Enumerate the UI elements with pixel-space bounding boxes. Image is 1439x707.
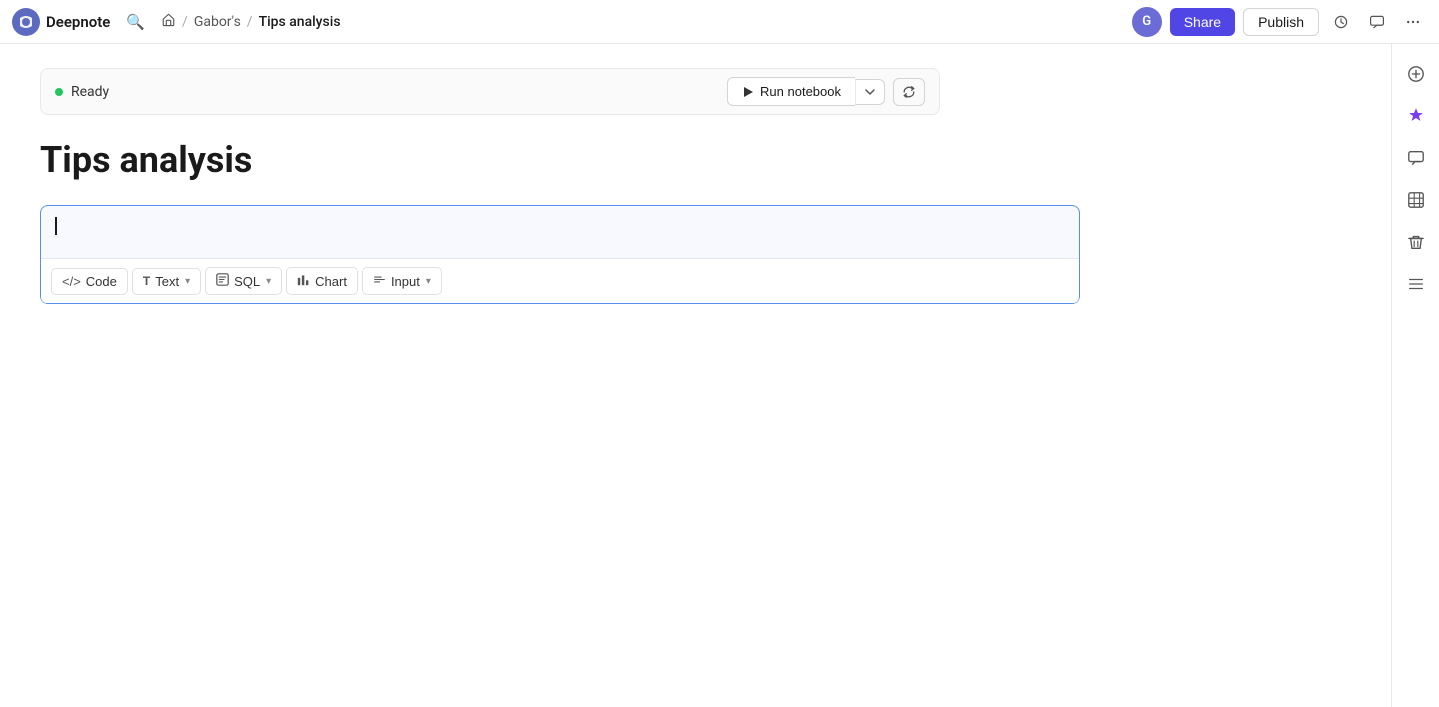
- cell-toolbar: </> Code T Text ▾ SQL ▾: [41, 258, 1079, 303]
- code-label: Code: [86, 274, 117, 289]
- refresh-icon: [902, 85, 916, 99]
- menu-icon[interactable]: [1398, 266, 1434, 302]
- text-label: Text: [155, 274, 179, 289]
- more-options-button[interactable]: [1399, 8, 1427, 36]
- history-icon: [1333, 14, 1349, 30]
- delete-icon[interactable]: [1398, 224, 1434, 260]
- sql-icon: [216, 273, 229, 289]
- page-title: Tips analysis: [40, 139, 1351, 181]
- notebook-cell: </> Code T Text ▾ SQL ▾: [40, 205, 1080, 304]
- pin-icon[interactable]: [1398, 98, 1434, 134]
- add-block-icon[interactable]: [1398, 56, 1434, 92]
- deepnote-logo-icon: [12, 8, 40, 36]
- plus-circle-icon: [1407, 65, 1425, 83]
- cell-cursor: [55, 217, 57, 235]
- run-dropdown-button[interactable]: [855, 79, 885, 105]
- grid-icon: [1407, 191, 1425, 209]
- chart-icon: [297, 273, 310, 289]
- text-caret: ▾: [185, 276, 190, 287]
- chevron-down-icon: [864, 86, 876, 98]
- search-icon[interactable]: 🔍: [120, 7, 151, 37]
- header: Deepnote 🔍 / Gabor's / Tips analysis G S…: [0, 0, 1439, 44]
- chart-block-button[interactable]: Chart: [286, 267, 358, 295]
- code-icon: </>: [62, 274, 81, 289]
- breadcrumb-sep-2: /: [247, 14, 253, 30]
- code-block-button[interactable]: </> Code: [51, 268, 128, 295]
- chart-label: Chart: [315, 274, 347, 289]
- publish-button[interactable]: Publish: [1243, 8, 1319, 36]
- table-icon[interactable]: [1398, 182, 1434, 218]
- text-icon: T: [143, 274, 150, 288]
- sql-label: SQL: [234, 274, 260, 289]
- status-text: Ready: [71, 84, 727, 100]
- play-icon: [742, 86, 754, 98]
- breadcrumb: 🔍 / Gabor's / Tips analysis: [120, 7, 1131, 37]
- avatar[interactable]: G: [1132, 7, 1162, 37]
- app-name: Deepnote: [46, 13, 110, 31]
- history-button[interactable]: [1327, 8, 1355, 36]
- breadcrumb-sep-1: /: [182, 14, 188, 30]
- status-bar: Ready Run notebook: [40, 68, 940, 115]
- more-icon: [1405, 14, 1421, 30]
- run-notebook-button[interactable]: Run notebook: [727, 77, 855, 106]
- comments-icon: [1369, 14, 1385, 30]
- pin-magic-icon: [1407, 107, 1425, 125]
- input-caret: ▾: [426, 276, 431, 287]
- content-area: Ready Run notebook: [0, 44, 1391, 707]
- trash-icon: [1407, 233, 1425, 251]
- comment-bubble-icon: [1407, 149, 1425, 167]
- logo-area[interactable]: Deepnote: [12, 8, 110, 36]
- home-icon: [161, 12, 176, 27]
- breadcrumb-current-page: Tips analysis: [259, 14, 341, 30]
- text-block-button[interactable]: T Text ▾: [132, 268, 201, 295]
- input-label: Input: [391, 274, 420, 289]
- status-dot: [55, 88, 63, 96]
- sql-caret: ▾: [266, 276, 271, 287]
- run-label: Run notebook: [760, 84, 841, 99]
- comments-button[interactable]: [1363, 8, 1391, 36]
- lines-icon: [1407, 275, 1425, 293]
- cell-input[interactable]: [41, 206, 1079, 258]
- sql-block-button[interactable]: SQL ▾: [205, 267, 282, 295]
- refresh-button[interactable]: [893, 78, 925, 106]
- breadcrumb-workspace[interactable]: Gabor's: [194, 14, 241, 30]
- right-sidebar: [1391, 44, 1439, 707]
- breadcrumb-home[interactable]: [161, 12, 176, 31]
- share-button[interactable]: Share: [1170, 8, 1235, 36]
- comment-icon[interactable]: [1398, 140, 1434, 176]
- run-area: Run notebook: [727, 77, 925, 106]
- header-actions: G Share Publish: [1132, 7, 1427, 37]
- main-area: Ready Run notebook: [0, 44, 1439, 707]
- input-block-button[interactable]: Input ▾: [362, 267, 442, 295]
- input-icon: [373, 273, 386, 289]
